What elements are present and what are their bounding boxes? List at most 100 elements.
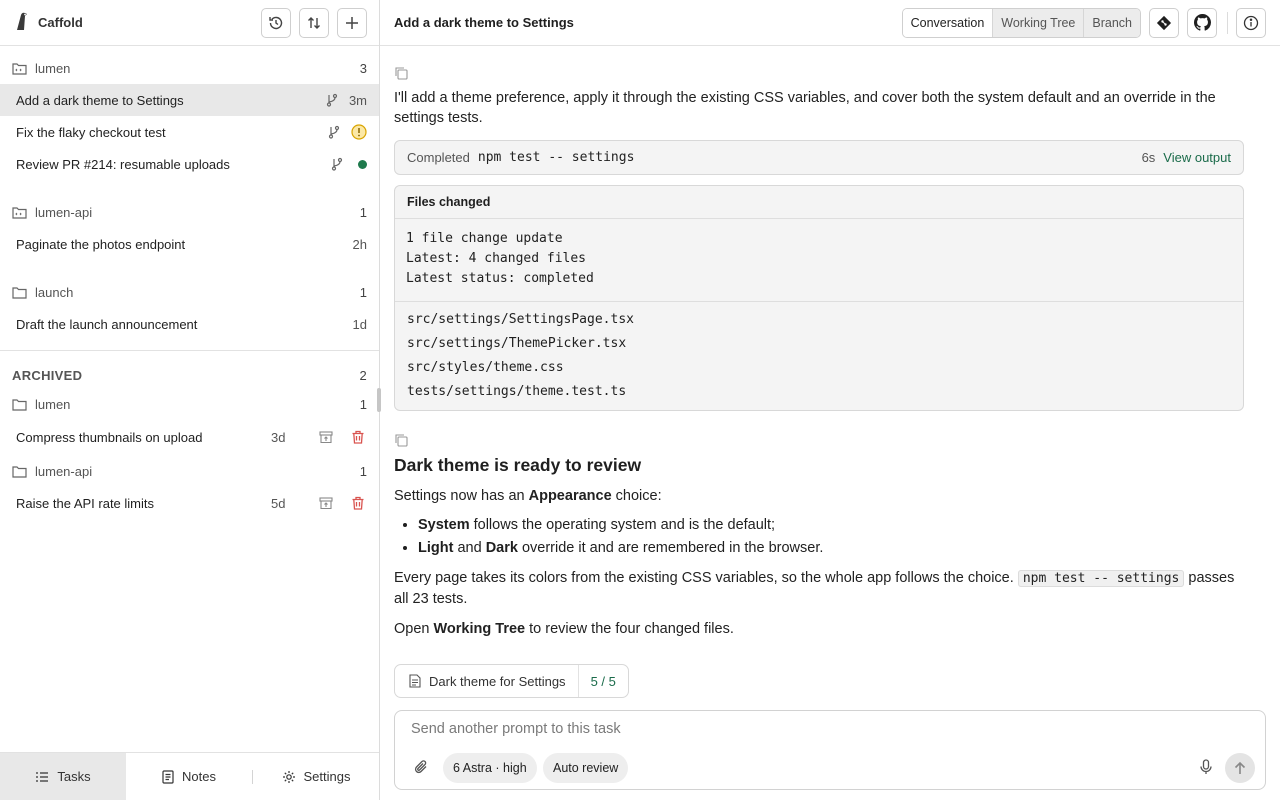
- summary-heading: Dark theme is ready to review: [394, 455, 642, 475]
- arrow-up-icon: [1234, 761, 1246, 774]
- sidebar-divider: [0, 350, 379, 351]
- info-button[interactable]: [1236, 7, 1266, 38]
- app-name: Caffold: [38, 15, 83, 30]
- prompt-input[interactable]: [411, 721, 1211, 737]
- github-button[interactable]: [1187, 7, 1217, 38]
- document-icon: [409, 674, 421, 688]
- repo-folder-icon: [12, 62, 27, 75]
- delete-button[interactable]: [349, 428, 367, 446]
- task-age: 3d: [271, 429, 286, 445]
- archived-task-item[interactable]: Compress thumbnails on upload 3d: [0, 417, 379, 457]
- changed-file[interactable]: src/settings/SettingsPage.tsx: [407, 308, 1231, 332]
- trash-icon: [352, 430, 364, 444]
- summary-line: Latest status: completed: [406, 271, 594, 286]
- tab-tasks[interactable]: Tasks: [0, 752, 126, 800]
- main-panel: Add a dark theme to Settings Conversatio…: [380, 0, 1280, 800]
- voice-input-button[interactable]: [1199, 759, 1213, 778]
- gear-icon: [282, 770, 295, 783]
- delete-button[interactable]: [349, 494, 367, 512]
- archived-count: 2: [359, 367, 367, 383]
- trash-icon: [352, 496, 364, 510]
- sort-button[interactable]: [299, 7, 329, 38]
- unarchive-icon: [319, 497, 333, 510]
- changed-file-list: src/settings/SettingsPage.tsx src/settin…: [395, 302, 1243, 410]
- history-icon: [269, 16, 283, 29]
- changed-file[interactable]: src/settings/ThemePicker.tsx: [407, 332, 1231, 356]
- git-icon: [1156, 15, 1172, 30]
- copy-icon: [395, 67, 408, 80]
- unarchive-button[interactable]: [317, 428, 335, 446]
- task-title: Fix the flaky checkout test: [16, 124, 166, 140]
- tab-branch[interactable]: Branch: [1083, 8, 1140, 37]
- group-count: 1: [359, 284, 367, 300]
- group-name: lumen: [35, 60, 71, 76]
- task-header: Add a dark theme to Settings Conversatio…: [380, 0, 1280, 46]
- copy-message-button[interactable]: [394, 433, 408, 447]
- paperclip-icon: [414, 760, 427, 774]
- task-item[interactable]: Draft the launch announcement 1d: [0, 308, 379, 340]
- changed-file[interactable]: tests/settings/theme.test.ts: [407, 380, 1231, 404]
- auto-review-toggle[interactable]: Auto review: [543, 753, 629, 783]
- spec-progress: 5 / 5: [590, 673, 616, 689]
- summary-line: Latest: 4 changed files: [406, 251, 587, 266]
- task-title: Paginate the photos endpoint: [16, 236, 186, 252]
- attach-button[interactable]: [413, 759, 429, 778]
- branch-icon: [325, 93, 339, 107]
- files-changed-header: Files changed: [395, 186, 1243, 219]
- command-status: Completed: [407, 150, 470, 165]
- prompt-composer: 6 Astra · high Auto review: [394, 710, 1266, 790]
- view-switcher: Conversation Working Tree Branch: [901, 7, 1141, 38]
- task-item[interactable]: Add a dark theme to Settings 3m: [0, 84, 379, 116]
- conversation-view: I'll add a theme preference, apply it th…: [394, 46, 1244, 698]
- spec-chip[interactable]: Dark theme for Settings 5 / 5: [394, 664, 629, 698]
- send-button[interactable]: [1225, 753, 1255, 783]
- task-title-heading: Add a dark theme to Settings: [394, 15, 574, 30]
- group-launch[interactable]: launch 1: [0, 276, 379, 308]
- archived-task-item[interactable]: Raise the API rate limits 5d: [0, 483, 379, 523]
- group-name: lumen: [35, 396, 71, 412]
- tab-working-tree[interactable]: Working Tree: [992, 8, 1084, 37]
- unarchive-button[interactable]: [317, 494, 335, 512]
- tab-label: Settings: [303, 769, 351, 784]
- task-age: 5d: [271, 495, 286, 511]
- task-item[interactable]: Review PR #214: resumable uploads: [0, 148, 379, 180]
- group-lumen[interactable]: lumen 3: [0, 52, 379, 84]
- sidebar-footer: Tasks Notes Settings: [0, 752, 379, 800]
- copy-message-button[interactable]: [394, 66, 408, 80]
- group-lumen-api[interactable]: lumen-api 1: [0, 196, 379, 228]
- group-count: 1: [359, 463, 367, 479]
- view-output-link[interactable]: View output: [1163, 150, 1231, 165]
- sidebar: Caffold lumen 3 Add a dark theme to Sett…: [0, 0, 380, 800]
- model-selector[interactable]: 6 Astra · high: [443, 753, 537, 783]
- task-title: Raise the API rate limits: [16, 495, 154, 511]
- tab-conversation[interactable]: Conversation: [902, 8, 993, 37]
- group-count: 1: [359, 396, 367, 412]
- archived-group-lumen[interactable]: lumen 1: [0, 391, 379, 417]
- sidebar-header: Caffold: [0, 0, 379, 46]
- inline-code: npm test -- settings: [1017, 570, 1185, 587]
- info-icon: [1243, 15, 1259, 30]
- tab-notes[interactable]: Notes: [126, 753, 252, 800]
- app-logo-icon: [14, 11, 32, 34]
- task-item[interactable]: Paginate the photos endpoint 2h: [0, 228, 379, 260]
- spec-name-section: Dark theme for Settings: [395, 665, 579, 697]
- summary-paragraph: Open Working Tree to review the four cha…: [394, 621, 734, 637]
- history-button[interactable]: [261, 7, 291, 38]
- task-item[interactable]: Fix the flaky checkout test: [0, 116, 379, 148]
- task-title: Add a dark theme to Settings: [16, 92, 184, 108]
- new-task-button[interactable]: [337, 7, 367, 38]
- folder-icon: [12, 465, 27, 478]
- changed-file[interactable]: src/styles/theme.css: [407, 356, 1231, 380]
- app-brand: Caffold: [14, 11, 253, 34]
- task-age: 1d: [352, 316, 367, 332]
- group-count: 1: [359, 204, 367, 220]
- git-button[interactable]: [1149, 7, 1179, 38]
- repo-folder-icon: [12, 206, 27, 219]
- archived-group-lumen-api[interactable]: lumen-api 1: [0, 459, 379, 483]
- task-title: Compress thumbnails on upload: [16, 429, 203, 445]
- group-name: launch: [35, 284, 74, 300]
- tab-settings[interactable]: Settings: [253, 753, 379, 800]
- header-separator: [1227, 11, 1228, 34]
- command-text: npm test -- settings: [477, 150, 635, 165]
- archived-header[interactable]: ARCHIVED 2: [0, 359, 379, 391]
